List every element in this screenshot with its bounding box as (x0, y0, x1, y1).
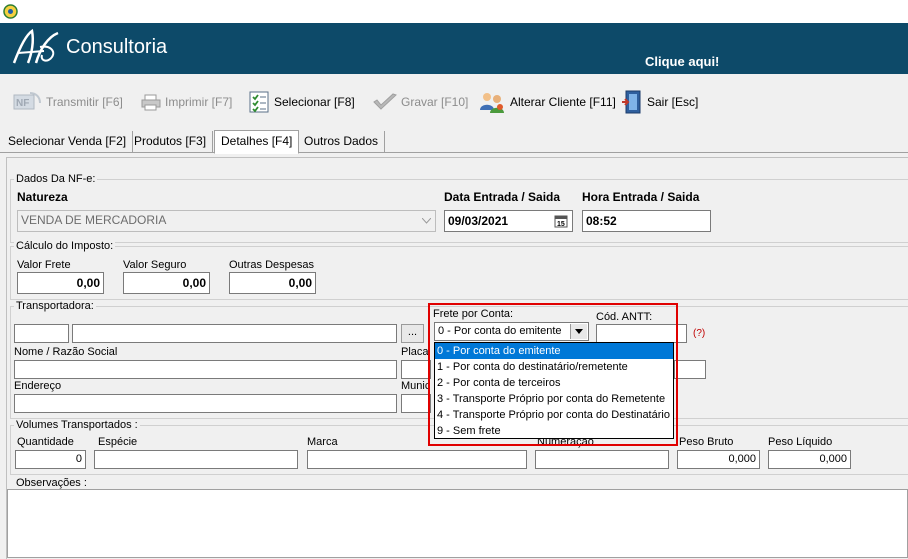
observacoes-label: Observações : (14, 477, 89, 489)
municipio-label: Munic (401, 380, 431, 392)
highlight-box (428, 303, 678, 446)
hora-entrada-label: Hora Entrada / Saida (582, 190, 700, 204)
brand-name: Consultoria (66, 36, 168, 58)
numeracao-field[interactable] (535, 450, 669, 469)
endereco-label: Endereço (14, 380, 62, 392)
data-entrada-field[interactable]: 09/03/2021 15 (444, 210, 573, 232)
transportadora-browse-button[interactable]: ... (401, 324, 424, 343)
natureza-value: VENDA DE MERCADORIA (21, 213, 167, 227)
valor-seguro-label: Valor Seguro (123, 259, 187, 271)
quantidade-field[interactable]: 0 (15, 450, 86, 469)
printer-icon (141, 94, 161, 111)
valor-frete-field[interactable]: 0,00 (17, 272, 104, 294)
peso-liquido-field[interactable]: 0,000 (768, 450, 851, 469)
peso-liquido-label: Peso Líquido (768, 436, 833, 448)
tabs-baseline (0, 152, 908, 153)
volumes-group-label: Volumes Transportados : (14, 419, 140, 431)
data-entrada-label: Data Entrada / Saida (444, 190, 561, 204)
exit-door-icon (622, 90, 641, 114)
transmitir-label: Transmitir [F6] (46, 95, 123, 109)
sair-label: Sair [Esc] (647, 95, 699, 109)
tab-produtos[interactable]: Produtos [F3] (128, 131, 214, 152)
data-entrada-value: 09/03/2021 (448, 214, 509, 228)
calendar-icon[interactable]: 15 (554, 214, 568, 228)
natureza-select[interactable]: VENDA DE MERCADORIA (17, 210, 436, 232)
alterar-cliente-label: Alterar Cliente [F11] (510, 95, 616, 109)
transportadora-nome-search-field[interactable] (72, 324, 397, 343)
nfe-group-label: Dados Da NF-e: (14, 173, 98, 185)
uf-field[interactable] (674, 360, 706, 379)
checkmark-icon (373, 93, 397, 110)
gravar-button[interactable]: Gravar [F10] (373, 88, 468, 116)
selecionar-button[interactable]: Selecionar [F8] (248, 88, 355, 116)
users-icon (480, 93, 504, 113)
sair-button[interactable]: Sair [Esc] (621, 88, 698, 116)
especie-label: Espécie (98, 436, 138, 448)
transportadora-codigo-field[interactable] (14, 324, 69, 343)
tab-outros-dados[interactable]: Outros Dados (298, 131, 386, 152)
quantidade-label: Quantidade (17, 436, 74, 448)
imprimir-button[interactable]: Imprimir [F7] (141, 88, 232, 116)
svg-text:15: 15 (557, 221, 565, 228)
svg-text:NF: NF (16, 98, 29, 109)
valor-seguro-field[interactable]: 0,00 (123, 272, 210, 294)
chevron-down-icon (422, 218, 431, 224)
alterar-cliente-button[interactable]: Alterar Cliente [F11] (478, 88, 616, 116)
municipio-field[interactable] (401, 394, 431, 413)
transmitir-button[interactable]: NF Transmitir [F6] (12, 88, 123, 116)
clique-aqui-link[interactable]: Clique aqui! (645, 54, 719, 69)
natureza-label: Natureza (17, 190, 68, 204)
outras-despesas-field[interactable]: 0,00 (229, 272, 316, 294)
gravar-label: Gravar [F10] (401, 95, 469, 109)
marca-label: Marca (307, 436, 338, 448)
transmit-icon: NF (13, 92, 41, 110)
especie-field[interactable] (94, 450, 298, 469)
endereco-field[interactable] (14, 394, 397, 413)
placa-field[interactable] (401, 360, 431, 379)
tab-selecionar-venda[interactable]: Selecionar Venda [F2] (2, 131, 134, 152)
window-titlebar (0, 0, 908, 23)
checklist-icon (249, 91, 269, 113)
selecionar-label: Selecionar [F8] (274, 95, 355, 109)
imprimir-label: Imprimir [F7] (165, 95, 233, 109)
outras-despesas-label: Outras Despesas (229, 259, 314, 271)
peso-bruto-label: Peso Bruto (679, 436, 734, 448)
hora-entrada-field[interactable]: 08:52 (582, 210, 711, 232)
peso-bruto-field[interactable]: 0,000 (677, 450, 760, 469)
app-icon (3, 4, 18, 19)
nome-razao-label: Nome / Razão Social (14, 346, 118, 358)
placa-label: Placa (401, 346, 429, 358)
tab-detalhes[interactable]: Detalhes [F4] (214, 130, 300, 154)
observacoes-textarea[interactable] (7, 489, 908, 558)
nome-razao-field[interactable] (14, 360, 397, 379)
imposto-group-label: Cálculo do Imposto: (14, 240, 116, 252)
valor-frete-label: Valor Frete (17, 259, 71, 271)
logo-icon (12, 28, 59, 64)
transportadora-group-label: Transportadora: (14, 300, 96, 312)
antt-help-link[interactable]: (?) (693, 328, 705, 339)
marca-field[interactable] (307, 450, 527, 469)
